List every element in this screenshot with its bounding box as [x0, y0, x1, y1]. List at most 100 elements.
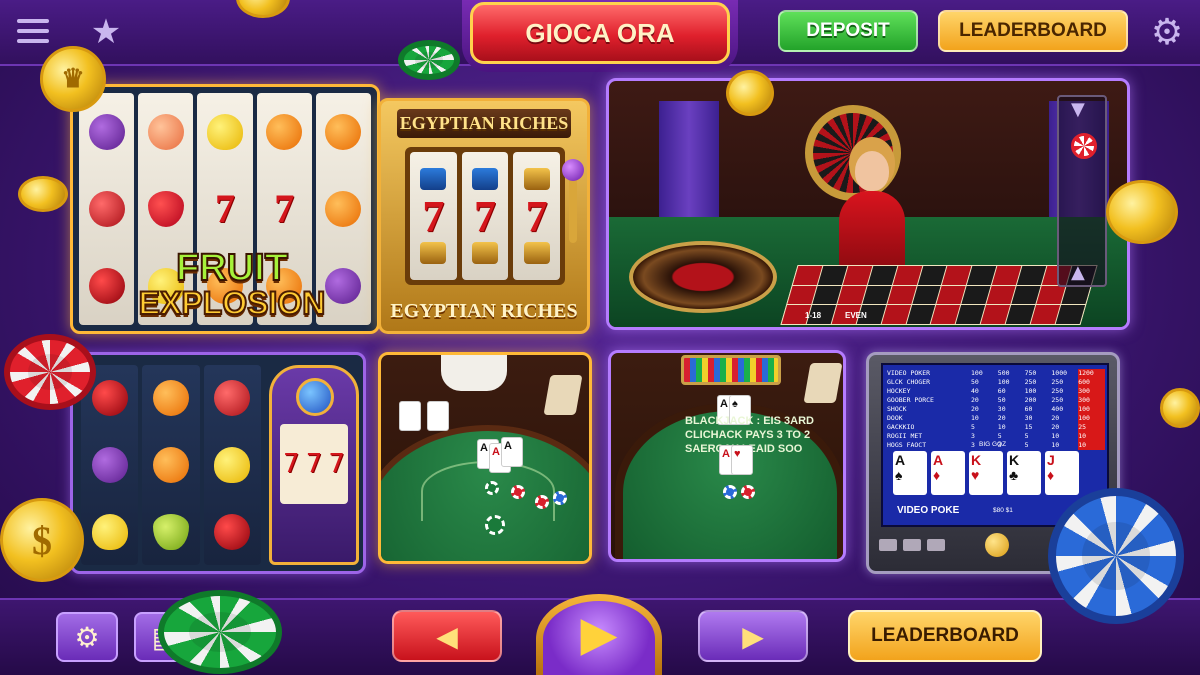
reel: 7	[513, 152, 560, 280]
chip-icon	[741, 485, 755, 499]
game-tile-blackjack[interactable]: A ♠ BLACKJACK : EIS 3ARD CLICHACK PAYS 3…	[608, 350, 846, 562]
playing-card[interactable]: J ♦	[1045, 451, 1079, 495]
game-tile-fruit-explosion[interactable]: 7 7 FRUIT EXPLOSION	[70, 84, 380, 334]
chip-rack	[681, 355, 781, 385]
playing-card	[399, 401, 421, 431]
paytable-value: 30	[997, 405, 1006, 413]
roulette-wheel	[629, 241, 777, 313]
table-text-line: BLACKJACK : EIS 3ARD	[685, 415, 814, 427]
bet-label-1-18: 1-18	[805, 311, 822, 320]
game-tile-egyptian-riches[interactable]: EGYPTIAN RICHES 7 7 7 EGYPTIAN RICHES	[378, 98, 590, 334]
paytable-value: 5	[997, 432, 1002, 440]
paytable-hand: GLCK CHOGER	[887, 378, 931, 386]
green-chip-icon	[398, 40, 460, 80]
seven-symbol: 7	[274, 186, 295, 232]
slot-machine-icon: 7 7 7	[269, 365, 359, 565]
chip-icon	[535, 495, 549, 509]
previous-button[interactable]: ◀	[392, 610, 502, 662]
paytable-value: 10	[971, 414, 979, 422]
slot-window: 7 7 7	[280, 424, 348, 504]
paytable-value: 10	[997, 423, 1006, 431]
dealer-body	[839, 191, 905, 271]
card-suit: ♣	[1009, 467, 1019, 484]
chevron-up-icon[interactable]: ▲	[1071, 262, 1085, 283]
hamburger-icon[interactable]	[14, 14, 52, 48]
star-icon[interactable]: ★	[86, 12, 126, 52]
lemon-icon	[206, 113, 243, 150]
playing-card	[427, 401, 449, 431]
orange-icon	[325, 113, 362, 150]
play-icon[interactable]: ▶	[543, 601, 655, 675]
paytable-value: 400	[1051, 405, 1064, 413]
game-tile-live-roulette[interactable]: 1-18 EVEN ▼ ▲	[606, 78, 1130, 330]
paytable-value: 100	[971, 369, 983, 377]
play-button[interactable]: ▶	[536, 594, 662, 675]
deal-button[interactable]	[985, 533, 1009, 557]
gioca-ora-button-frame[interactable]: GIOCA ORA	[462, 0, 738, 72]
orange-icon	[152, 380, 189, 417]
roulette-bet-grid	[780, 265, 1098, 325]
paytable-value: 60	[997, 387, 1006, 395]
slot-lever	[562, 159, 584, 243]
cherry-icon	[91, 380, 128, 417]
table-text-line: CLICHACK PAYS 3 TO 2	[685, 428, 811, 441]
pyramid-icon	[523, 168, 550, 190]
chip-icon	[485, 515, 505, 535]
machine-button[interactable]	[903, 539, 921, 551]
playing-card[interactable]: K ♣	[1007, 451, 1041, 495]
gold-coin-icon	[1106, 180, 1178, 244]
cherry-icon	[214, 513, 251, 550]
orange-icon	[266, 113, 303, 150]
gold-coin-icon	[18, 176, 68, 212]
fruit-explosion-logo: FRUIT EXPLOSION	[127, 248, 337, 320]
chevron-down-icon[interactable]: ▼	[1071, 99, 1085, 120]
chip-icon[interactable]	[1071, 133, 1097, 159]
playing-card[interactable]: A ♠	[893, 451, 927, 495]
reel: 7	[461, 152, 509, 280]
card-suit: ♦	[933, 467, 941, 484]
machine-button[interactable]	[927, 539, 945, 551]
paytable-value: 1200	[1078, 369, 1105, 378]
gear-icon[interactable]: ⚙	[1146, 12, 1188, 54]
slot-reels	[81, 365, 261, 565]
paytable-value: 300	[1078, 387, 1105, 396]
gioca-ora-button[interactable]: GIOCA ORA	[470, 2, 730, 64]
seven-symbol: 7	[305, 449, 323, 479]
paytable-hand: GACKKIO	[887, 423, 915, 431]
grape-icon	[88, 113, 125, 150]
paytable-value: 750	[1024, 369, 1037, 377]
video-poker-label: VIDEO POKE	[897, 505, 960, 516]
card-suit: ♥	[971, 467, 980, 484]
gear-icon[interactable]: ⚙	[56, 612, 118, 662]
live-dealer	[835, 151, 909, 271]
game-tile-fruit-slot[interactable]: 7 7 7	[70, 352, 366, 574]
leaderboard-button-top[interactable]: LEADERBOARD	[938, 10, 1128, 52]
playing-card[interactable]: A ♦	[931, 451, 965, 495]
eye-icon	[471, 168, 498, 190]
chip-icon	[553, 491, 567, 505]
paytable-value: 5	[971, 423, 975, 431]
reel	[142, 365, 200, 565]
strawberry-icon	[147, 190, 184, 227]
paytable-value: 3	[971, 432, 975, 440]
next-button[interactable]: ▶	[698, 610, 808, 662]
paytable-hand: VIDEO POKER	[887, 369, 931, 377]
blue-chip-icon	[1048, 488, 1184, 624]
deposit-button[interactable]: DEPOSIT	[778, 10, 918, 52]
hamburger-line	[17, 39, 49, 43]
card-rank: K	[1009, 452, 1020, 468]
ankh-icon	[420, 242, 447, 264]
leaderboard-button-bottom[interactable]: LEADERBOARD	[848, 610, 1042, 662]
paytable-value: 20	[971, 396, 979, 404]
playing-card[interactable]: K ♥	[969, 451, 1003, 495]
chip-selector-panel[interactable]: ▼ ▲	[1057, 95, 1107, 287]
paytable-value: 20	[997, 414, 1006, 422]
paytable-value: 250	[1051, 378, 1064, 386]
bet-label-even: EVEN	[845, 311, 867, 320]
paytable-value: 100	[997, 378, 1010, 386]
chip-icon	[511, 485, 525, 499]
red-chip-icon	[4, 334, 96, 410]
paytable-value: 10	[1078, 441, 1105, 450]
game-tile-blackjack-table[interactable]: A A A	[378, 352, 592, 564]
machine-button[interactable]	[879, 539, 897, 551]
